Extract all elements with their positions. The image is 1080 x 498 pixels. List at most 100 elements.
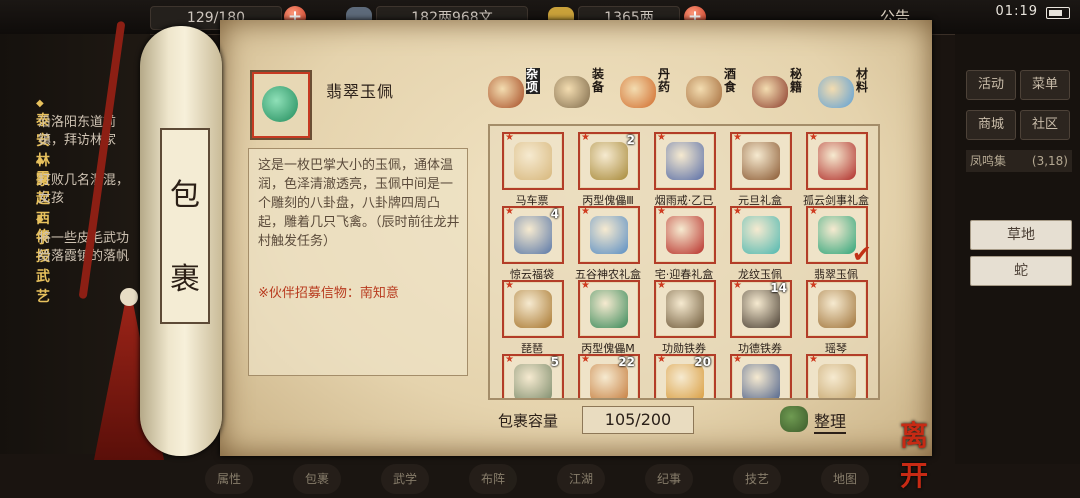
bottom-nav-bar bbox=[160, 460, 920, 498]
inventory-slot[interactable]: ★ 2 bbox=[578, 132, 640, 190]
scroll-title-char-2: 裹 bbox=[170, 262, 200, 297]
tassel-bead bbox=[120, 288, 138, 306]
item-icon bbox=[514, 216, 552, 254]
category-label: 装备 bbox=[592, 67, 605, 94]
inventory-slot[interactable]: ★ bbox=[502, 280, 564, 338]
inventory-slot[interactable]: ★ bbox=[730, 206, 792, 264]
bottom-nav-item[interactable]: 技艺 bbox=[733, 464, 781, 494]
scroll-title-char-1: 包 bbox=[170, 178, 200, 213]
inventory-slot[interactable]: ★ ✔ bbox=[806, 206, 872, 268]
category-icon bbox=[752, 76, 788, 108]
item-icon bbox=[818, 290, 856, 328]
bottom-nav-item[interactable]: 布阵 bbox=[469, 464, 517, 494]
inventory-slot[interactable]: ★ 14 bbox=[730, 280, 792, 338]
sort-button[interactable]: 整理 bbox=[780, 404, 862, 434]
diamond-icon: ◆ bbox=[36, 156, 44, 167]
item-count: 20 bbox=[694, 355, 711, 369]
inventory-slot[interactable]: ★ bbox=[806, 280, 868, 338]
rarity-star-icon: ★ bbox=[733, 280, 742, 291]
rarity-star-icon: ★ bbox=[505, 132, 514, 143]
rarity-star-icon: ★ bbox=[657, 206, 666, 217]
inventory-slot[interactable]: ★ bbox=[578, 280, 640, 338]
rarity-star-icon: ★ bbox=[809, 280, 818, 291]
selected-item-name: 翡翠玉佩 bbox=[326, 82, 395, 101]
menu-button[interactable]: 菜单 bbox=[1020, 70, 1070, 100]
inventory-slot[interactable]: ★ bbox=[806, 132, 868, 190]
shop-button[interactable]: 商城 bbox=[966, 110, 1016, 140]
sort-label: 整理 bbox=[814, 408, 847, 434]
bottom-nav-item[interactable]: 纪事 bbox=[645, 464, 693, 494]
item-icon bbox=[818, 216, 856, 254]
inventory-slot[interactable]: ★ bbox=[730, 132, 792, 190]
category-label: 材料 bbox=[856, 67, 869, 94]
selected-check-icon: ✔ bbox=[851, 240, 872, 268]
inventory-slot[interactable]: ★ 20 bbox=[654, 354, 716, 398]
category-tab[interactable]: 装备 bbox=[550, 67, 610, 114]
rarity-star-icon: ★ bbox=[809, 354, 818, 365]
bottom-nav-item[interactable]: 属性 bbox=[205, 464, 253, 494]
location-name: 凤鸣集 bbox=[970, 154, 1007, 168]
category-icon bbox=[686, 76, 722, 108]
rarity-star-icon: ★ bbox=[733, 206, 742, 217]
inventory-slot[interactable]: ★ 5 bbox=[502, 354, 564, 398]
bottom-nav-item[interactable]: 地图 bbox=[821, 464, 869, 494]
diamond-icon: ◆ bbox=[36, 98, 44, 109]
item-icon bbox=[666, 364, 704, 398]
inventory-slot[interactable]: ★ 4 bbox=[502, 206, 564, 264]
scroll-title-box: 包 裹 bbox=[160, 128, 210, 324]
item-count: 4 bbox=[550, 207, 559, 221]
category-tab[interactable]: 杂项 bbox=[484, 67, 544, 114]
rarity-star-icon: ★ bbox=[581, 354, 590, 365]
place-snake[interactable]: 蛇 bbox=[970, 256, 1072, 286]
category-tab[interactable]: 丹药 bbox=[616, 68, 676, 114]
inventory-slot[interactable]: ★ bbox=[502, 132, 564, 190]
place-grassland[interactable]: 草地 bbox=[970, 220, 1072, 250]
item-icon bbox=[590, 290, 628, 328]
jade-pendant-icon bbox=[262, 86, 298, 122]
item-description: 这是一枚巴掌大小的玉佩，通体温润，色泽清澈透亮，玉佩中间是一个雕刻的八卦盘，八卦… bbox=[258, 158, 460, 249]
location-bar: 凤鸣集 (3,18) bbox=[966, 150, 1072, 172]
selected-item-icon-frame bbox=[250, 70, 312, 140]
inventory-slot[interactable]: ★ bbox=[654, 280, 716, 338]
category-icon bbox=[554, 76, 590, 108]
item-icon bbox=[514, 364, 552, 398]
rarity-star-icon: ★ bbox=[505, 354, 514, 365]
capacity-value: 105/200 bbox=[582, 406, 694, 434]
item-icon bbox=[514, 142, 552, 180]
item-count: 22 bbox=[618, 355, 635, 369]
place-label: 草地 bbox=[1007, 227, 1035, 243]
item-icon bbox=[590, 216, 628, 254]
item-icon bbox=[666, 216, 704, 254]
category-icon bbox=[620, 76, 656, 108]
category-tab[interactable]: 酒食 bbox=[682, 67, 742, 114]
inventory-slot[interactable]: ★ bbox=[578, 206, 640, 264]
rarity-star-icon: ★ bbox=[657, 354, 666, 365]
rarity-star-icon: ★ bbox=[581, 280, 590, 291]
rarity-star-icon: ★ bbox=[657, 132, 666, 143]
category-label: 杂项 bbox=[526, 67, 540, 94]
inventory-slot[interactable]: ★ bbox=[730, 354, 792, 398]
inventory-slot[interactable]: ★ bbox=[654, 132, 716, 190]
inventory-slot[interactable]: ★ 22 bbox=[578, 354, 640, 398]
item-icon bbox=[514, 290, 552, 328]
category-label: 酒食 bbox=[724, 67, 737, 94]
rarity-star-icon: ★ bbox=[809, 206, 818, 217]
rarity-star-icon: ★ bbox=[581, 206, 590, 217]
category-icon bbox=[488, 76, 524, 108]
battery-icon bbox=[1046, 7, 1070, 19]
bottom-nav-item[interactable]: 包裹 bbox=[293, 464, 341, 494]
inventory-slot[interactable]: ★ bbox=[806, 354, 868, 398]
rarity-star-icon: ★ bbox=[809, 132, 818, 143]
bottom-nav-item[interactable]: 江湖 bbox=[557, 464, 605, 494]
category-icon bbox=[818, 76, 854, 108]
item-icon bbox=[742, 216, 780, 254]
category-tab[interactable]: 材料 bbox=[814, 67, 874, 114]
rarity-star-icon: ★ bbox=[505, 280, 514, 291]
activity-button[interactable]: 活动 bbox=[966, 70, 1016, 100]
category-tab[interactable]: 秘籍 bbox=[748, 68, 808, 114]
inventory-slot[interactable]: ★ bbox=[654, 206, 716, 264]
leave-button[interactable]: 离开 bbox=[900, 414, 950, 492]
capacity-label: 包裹容量 bbox=[498, 412, 559, 430]
bottom-nav-item[interactable]: 武学 bbox=[381, 464, 429, 494]
community-button[interactable]: 社区 bbox=[1020, 110, 1070, 140]
